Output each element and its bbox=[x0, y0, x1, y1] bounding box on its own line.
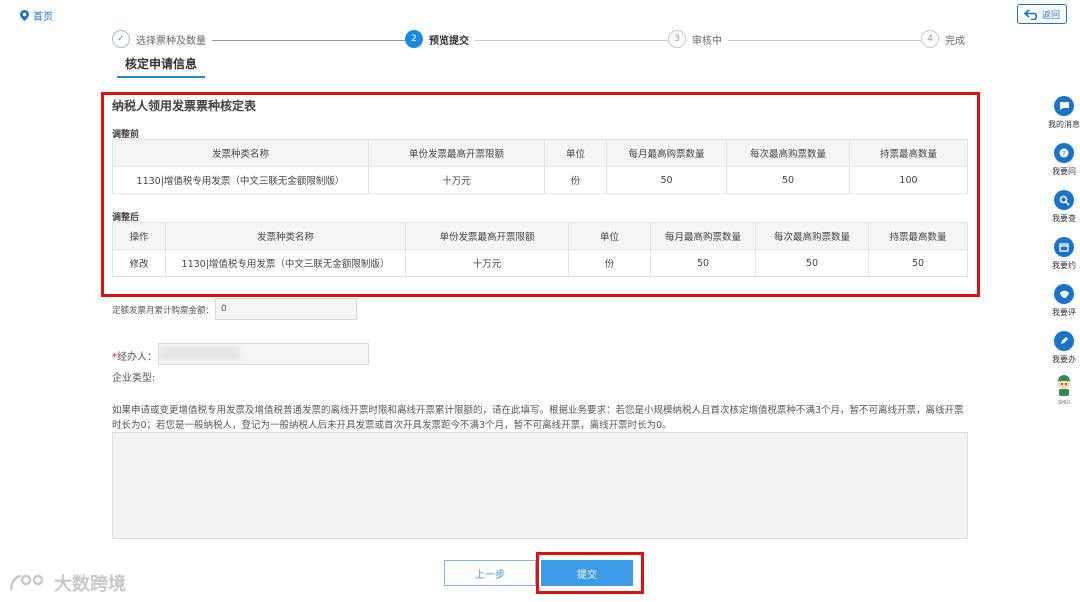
home-label: 首页 bbox=[33, 12, 53, 23]
mascot-label: SHUI bbox=[1057, 400, 1071, 406]
table-cell: 份 bbox=[544, 166, 607, 194]
sidebar-item-query[interactable]: 我要查 bbox=[1044, 190, 1080, 224]
column-header: 每月最高购票数量 bbox=[650, 222, 756, 250]
step-3: 3 审核中 bbox=[668, 30, 728, 48]
column-header: 单位 bbox=[568, 222, 651, 250]
table-cell: 50 bbox=[726, 166, 850, 194]
handler-label-wrap: *经办人： bbox=[112, 348, 157, 363]
message-icon bbox=[1054, 96, 1074, 116]
column-header: 每次最高购票数量 bbox=[755, 222, 869, 250]
return-icon bbox=[1023, 8, 1038, 20]
sidebar-item-appointment[interactable]: 我要约 bbox=[1044, 237, 1080, 271]
column-header: 操作 bbox=[112, 222, 166, 250]
step-label: 预览提交 bbox=[429, 35, 469, 47]
calendar-icon bbox=[1054, 237, 1074, 257]
edit-icon bbox=[1054, 331, 1074, 351]
section-tab[interactable]: 核定申请信息 bbox=[117, 55, 206, 78]
watermark-text: 大数跨境 bbox=[54, 574, 126, 595]
sidebar-label: 我要约 bbox=[1052, 261, 1076, 270]
back-button[interactable]: 返回 bbox=[1017, 4, 1067, 24]
step-2: 2 预览提交 bbox=[405, 30, 475, 48]
step-connector bbox=[724, 40, 922, 41]
sidebar-label: 我要查 bbox=[1052, 214, 1076, 223]
sidebar-label: 我的消息 bbox=[1048, 120, 1080, 129]
table-cell: 十万元 bbox=[405, 249, 569, 277]
step-number: 2 bbox=[405, 30, 423, 48]
before-table: 发票种类名称 单份发票最高开票限额 单位 每月最高购票数量 每次最高购票数量 持… bbox=[112, 139, 968, 194]
table-cell: 1130|增值税专用发票（中文三联无金额限制版） bbox=[112, 166, 369, 194]
table-row: 修改 1130|增值税专用发票（中文三联无金额限制版） 十万元 份 50 50 … bbox=[112, 249, 968, 277]
question-icon: ? bbox=[1054, 143, 1074, 163]
offline-note: 如果申请或变更增值税专用发票及增值税普通发票的离线开票时限和离线开票累计限额的，… bbox=[112, 405, 964, 431]
back-label: 返回 bbox=[1041, 10, 1060, 21]
svg-text:?: ? bbox=[1062, 150, 1066, 158]
mascot-icon bbox=[1058, 375, 1070, 396]
column-header: 每月最高购票数量 bbox=[606, 139, 727, 167]
prev-step-button[interactable]: 上一步 bbox=[444, 560, 536, 586]
rate-icon bbox=[1054, 284, 1074, 304]
step-connector bbox=[474, 40, 674, 41]
table-row: 1130|增值税专用发票（中文三联无金额限制版） 十万元 份 50 50 100 bbox=[112, 166, 968, 194]
column-header: 发票种类名称 bbox=[112, 139, 369, 167]
fixed-amount-label: 定额发票月累计购票金额： bbox=[112, 306, 215, 316]
home-link[interactable]: 首页 bbox=[20, 8, 53, 23]
step-label: 选择票种及数量 bbox=[136, 35, 206, 47]
table-cell: 50 bbox=[606, 166, 727, 194]
column-header: 持票最高数量 bbox=[868, 222, 968, 250]
sidebar-item-message[interactable]: 我的消息 bbox=[1044, 96, 1080, 130]
redacted-name bbox=[160, 346, 240, 360]
sidebar-label: 我要问 bbox=[1052, 167, 1076, 176]
table-cell: 50 bbox=[868, 249, 968, 277]
watermark-logo-icon bbox=[9, 574, 44, 591]
table-cell: 50 bbox=[650, 249, 756, 277]
sidebar-label: 我要评 bbox=[1052, 308, 1076, 317]
sidebar-item-ask[interactable]: ? 我要问 bbox=[1044, 143, 1080, 177]
fixed-amount-input[interactable]: 0 bbox=[215, 298, 357, 320]
table-cell[interactable]: 修改 bbox=[112, 249, 166, 277]
column-header: 发票种类名称 bbox=[165, 222, 406, 250]
form-title: 纳税人领用发票票种核定表 bbox=[112, 99, 257, 113]
sidebar-label: 我要办 bbox=[1052, 355, 1076, 364]
step-4: 4 完成 bbox=[921, 30, 971, 48]
column-header: 单份发票最高开票限额 bbox=[405, 222, 569, 250]
company-type-label: 企业类型: bbox=[112, 373, 156, 384]
table-cell: 1130|增值税专用发票（中文三联无金额限制版） bbox=[165, 249, 406, 277]
highlight-box bbox=[536, 552, 644, 594]
location-pin-icon bbox=[20, 10, 29, 21]
watermark: 大数跨境 bbox=[8, 570, 126, 596]
sidebar-item-rate[interactable]: 我要评 bbox=[1044, 284, 1080, 318]
step-label: 审核中 bbox=[692, 35, 722, 47]
progress-stepper: ✓ 选择票种及数量 2 预览提交 3 审核中 4 完成 bbox=[112, 30, 972, 52]
table-header-row: 操作 发票种类名称 单份发票最高开票限额 单位 每月最高购票数量 每次最高购票数… bbox=[112, 222, 968, 250]
step-number: 3 bbox=[668, 30, 686, 48]
after-table: 操作 发票种类名称 单份发票最高开票限额 单位 每月最高购票数量 每次最高购票数… bbox=[112, 222, 968, 277]
column-header: 单份发票最高开票限额 bbox=[368, 139, 545, 167]
handler-label: 经办人： bbox=[117, 352, 157, 363]
table-cell: 50 bbox=[755, 249, 869, 277]
step-1: ✓ 选择票种及数量 bbox=[112, 30, 212, 48]
table-cell: 份 bbox=[568, 249, 651, 277]
column-header: 持票最高数量 bbox=[849, 139, 968, 167]
table-header-row: 发票种类名称 单份发票最高开票限额 单位 每月最高购票数量 每次最高购票数量 持… bbox=[112, 139, 968, 167]
step-label: 完成 bbox=[945, 35, 965, 47]
check-icon: ✓ bbox=[112, 30, 130, 48]
mascot-assistant[interactable]: SHUI bbox=[1044, 375, 1080, 406]
table-cell: 100 bbox=[849, 166, 968, 194]
step-number: 4 bbox=[921, 30, 939, 48]
search-icon bbox=[1054, 190, 1074, 210]
column-header: 单位 bbox=[544, 139, 607, 167]
offline-textarea[interactable] bbox=[112, 432, 968, 539]
column-header: 每次最高购票数量 bbox=[726, 139, 850, 167]
sidebar-item-handle[interactable]: 我要办 bbox=[1044, 331, 1080, 365]
table-cell: 十万元 bbox=[368, 166, 545, 194]
